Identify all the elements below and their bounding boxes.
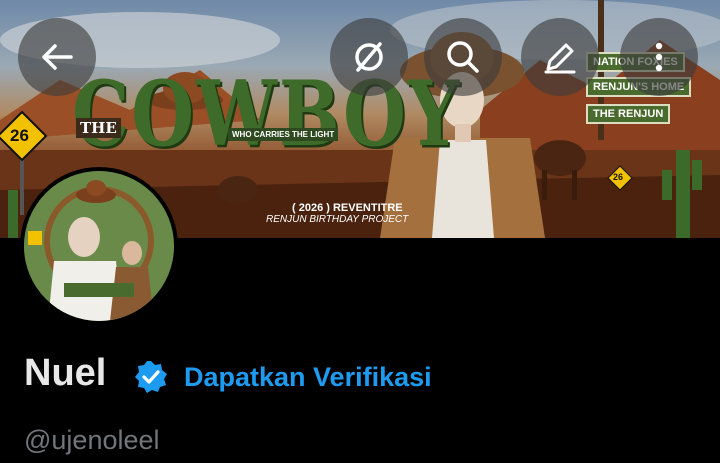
search-button[interactable]: [424, 18, 502, 96]
search-icon: [447, 41, 479, 73]
banner-project-line2: RENJUN BIRTHDAY PROJECT: [266, 214, 409, 225]
arrow-left-icon: [42, 44, 73, 70]
grok-button[interactable]: [330, 18, 408, 96]
verified-badge-icon[interactable]: [134, 360, 168, 394]
avatar-image: [24, 171, 174, 321]
more-button[interactable]: [620, 18, 698, 96]
back-button[interactable]: [18, 18, 96, 96]
avatar[interactable]: [20, 167, 178, 325]
small-sign-number: 26: [613, 172, 624, 182]
grok-icon: [355, 42, 383, 72]
banner-project-line1: ( 2026 ) REVENTITRE: [292, 202, 403, 214]
get-verified-link[interactable]: Dapatkan Verifikasi: [184, 362, 432, 393]
banner-the-tag: THE: [76, 118, 121, 138]
road-sign-number: 26: [10, 126, 29, 145]
profile-name: Nuel: [24, 352, 107, 394]
banner-subtitle-tag: WHO CARRIES THE LIGHT: [228, 128, 339, 141]
profile-handle: @ujenoleel: [24, 425, 160, 455]
more-vertical-icon: [655, 42, 663, 72]
pencil-icon: [544, 43, 576, 74]
edit-button[interactable]: [521, 18, 599, 96]
wood-sign-3: THE RENJUN: [586, 104, 671, 124]
